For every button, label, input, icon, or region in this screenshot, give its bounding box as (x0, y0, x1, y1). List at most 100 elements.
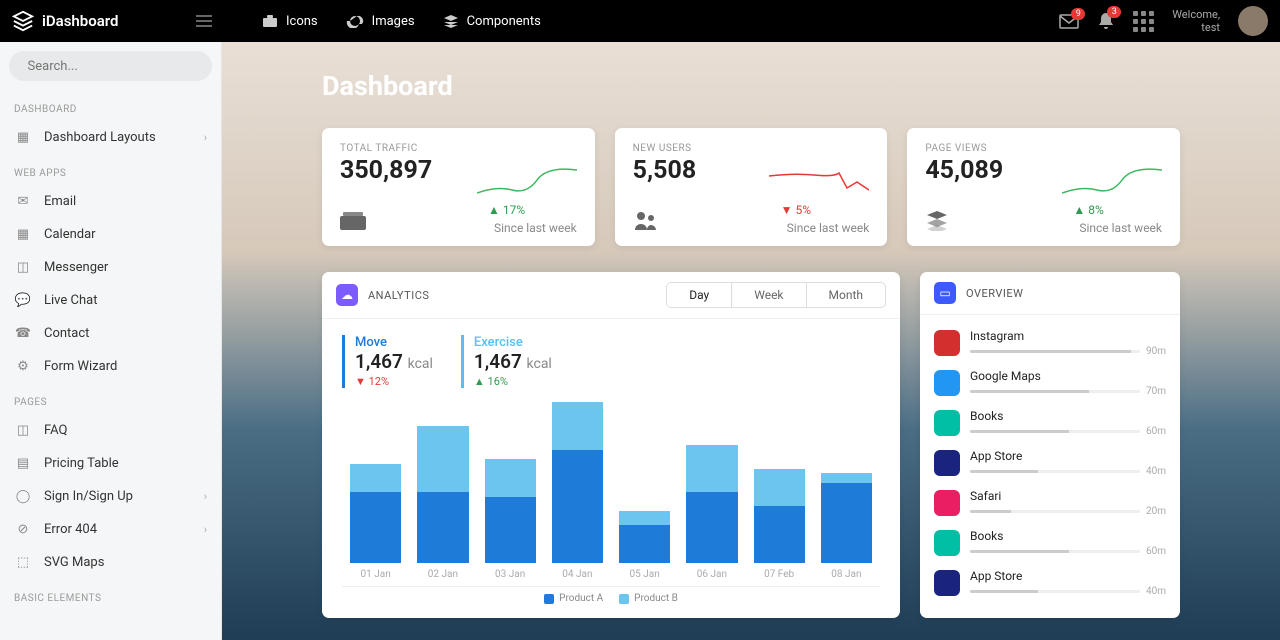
search-input[interactable] (28, 59, 194, 74)
app-icon (934, 570, 960, 596)
chart-bar[interactable]: 02 Jan (417, 426, 468, 586)
nav-components[interactable]: Components (443, 14, 541, 29)
sidebar-item-faq[interactable]: ◫FAQ (0, 414, 221, 447)
chart-bar[interactable]: 01 Jan (350, 464, 401, 586)
sidebar-item-error[interactable]: ⊘Error 404› (0, 513, 221, 546)
overview-title: OVERVIEW (966, 287, 1023, 300)
sidebar-item-sign[interactable]: ◯Sign In/Sign Up› (0, 480, 221, 513)
menu-toggle-icon[interactable] (196, 15, 212, 27)
overview-item[interactable]: App Store 40m (934, 563, 1166, 603)
chart-bar[interactable]: 04 Jan (552, 402, 603, 586)
topbar-nav: Icons Images Components (262, 14, 541, 29)
metric: Move 1,467 kcal ▼ 12% (342, 335, 433, 388)
overview-item[interactable]: Books 60m (934, 403, 1166, 443)
sidebar-item-layouts[interactable]: ▦Dashboard Layouts› (0, 121, 221, 154)
chart-bar[interactable]: 07 Feb (754, 469, 805, 586)
section-pages: PAGES (0, 383, 221, 414)
welcome-text: Welcome,test (1172, 8, 1220, 34)
overview-item[interactable]: Google Maps 70m (934, 363, 1166, 403)
app-icon (934, 450, 960, 476)
sidebar: DASHBOARD ▦Dashboard Layouts› WEB APPS ✉… (0, 42, 222, 640)
messenger-icon: ◫ (14, 260, 32, 275)
tab-day[interactable]: Day (667, 283, 731, 307)
stat-label: PAGE VIEWS (925, 143, 1162, 154)
overview-item[interactable]: Safari 20m (934, 483, 1166, 523)
overview-item[interactable]: Books 60m (934, 523, 1166, 563)
chevron-right-icon: › (204, 490, 207, 503)
map-icon: ⬚ (14, 555, 32, 570)
error-icon: ⊘ (14, 522, 32, 537)
apps-button[interactable] (1133, 11, 1154, 32)
overview-panel: ▭ OVERVIEW Instagram 90m Google Maps 70m… (920, 272, 1180, 618)
legend-item: Product B (619, 593, 678, 604)
avatar[interactable] (1238, 6, 1268, 36)
analytics-title: ANALYTICS (368, 289, 429, 302)
section-webapps: WEB APPS (0, 154, 221, 185)
email-icon: ✉ (14, 194, 32, 209)
analytics-panel: ☁ ANALYTICS DayWeekMonth Move 1,467 kcal… (322, 272, 900, 618)
faq-icon: ◫ (14, 423, 32, 438)
pricing-icon: ▤ (14, 456, 32, 471)
search-box[interactable] (9, 51, 212, 81)
stat-label: NEW USERS (633, 143, 870, 154)
chart-bar[interactable]: 03 Jan (485, 459, 536, 586)
analytics-icon: ☁ (336, 284, 358, 306)
logo[interactable]: iDashboard (12, 10, 212, 32)
tab-week[interactable]: Week (731, 283, 805, 307)
stat-since: Since last week (494, 221, 577, 235)
stat-change: ▼ 5% (781, 203, 870, 217)
mail-badge: 9 (1071, 8, 1085, 20)
notifications-button[interactable]: 3 (1097, 12, 1115, 31)
mail-button[interactable]: 9 (1059, 14, 1079, 29)
metrics: Move 1,467 kcal ▼ 12% Exercise 1,467 kca… (342, 335, 880, 388)
section-basic: BASIC ELEMENTS (0, 579, 221, 610)
notification-badge: 3 (1107, 6, 1121, 18)
contact-icon: ☎ (14, 326, 32, 341)
logo-icon (12, 10, 34, 32)
chart-bar[interactable]: 05 Jan (619, 511, 670, 586)
chart-bar[interactable]: 08 Jan (821, 473, 872, 586)
stat-label: TOTAL TRAFFIC (340, 143, 577, 154)
calendar-icon: ▦ (14, 227, 32, 242)
stat-card: PAGE VIEWS 45,089 ▲ 8%Since last week (907, 128, 1180, 246)
overview-item[interactable]: App Store 40m (934, 443, 1166, 483)
tab-month[interactable]: Month (806, 283, 885, 307)
sidebar-item-email[interactable]: ✉Email (0, 185, 221, 218)
stat-card: TOTAL TRAFFIC 350,897 ▲ 17%Since last we… (322, 128, 595, 246)
stat-card: NEW USERS 5,508 ▼ 5%Since last week (615, 128, 888, 246)
stats-row: TOTAL TRAFFIC 350,897 ▲ 17%Since last we… (322, 128, 1180, 246)
chart-legend: Product A Product B (342, 587, 880, 610)
stat-icon (925, 209, 949, 231)
stat-icon (633, 210, 659, 230)
stat-change: ▲ 17% (488, 203, 577, 217)
chart-bar[interactable]: 06 Jan (686, 445, 737, 586)
sidebar-item-livechat[interactable]: 💬Live Chat (0, 284, 221, 317)
nav-images[interactable]: Images (346, 14, 415, 29)
main: Dashboard TOTAL TRAFFIC 350,897 ▲ 17%Sin… (222, 42, 1280, 640)
sidebar-item-pricing[interactable]: ▤Pricing Table (0, 447, 221, 480)
metric: Exercise 1,467 kcal ▲ 16% (461, 335, 552, 388)
stat-change: ▲ 8% (1073, 203, 1162, 217)
overview-list: Instagram 90m Google Maps 70m Books 60m … (920, 315, 1180, 611)
sidebar-item-svgmaps[interactable]: ⬚SVG Maps (0, 546, 221, 579)
app-icon (934, 330, 960, 356)
sidebar-item-calendar[interactable]: ▦Calendar (0, 218, 221, 251)
topbar: iDashboard Icons Images Components 9 3 (0, 0, 1280, 42)
nav-icons[interactable]: Icons (262, 14, 318, 29)
user-icon: ◯ (14, 489, 32, 504)
stat-icon (340, 210, 366, 230)
period-tabs: DayWeekMonth (666, 282, 886, 308)
sidebar-item-formwizard[interactable]: ⚙Form Wizard (0, 350, 221, 383)
sidebar-item-contact[interactable]: ☎Contact (0, 317, 221, 350)
gear-icon: ⚙ (14, 359, 32, 374)
app-icon (934, 370, 960, 396)
legend-item: Product A (544, 593, 603, 604)
stat-since: Since last week (1079, 221, 1162, 235)
sidebar-item-messenger[interactable]: ◫Messenger (0, 251, 221, 284)
stat-since: Since last week (787, 221, 870, 235)
app-icon (934, 490, 960, 516)
sparkline (769, 168, 869, 198)
brand-name: iDashboard (42, 12, 119, 30)
section-dashboard: DASHBOARD (0, 90, 221, 121)
overview-item[interactable]: Instagram 90m (934, 323, 1166, 363)
